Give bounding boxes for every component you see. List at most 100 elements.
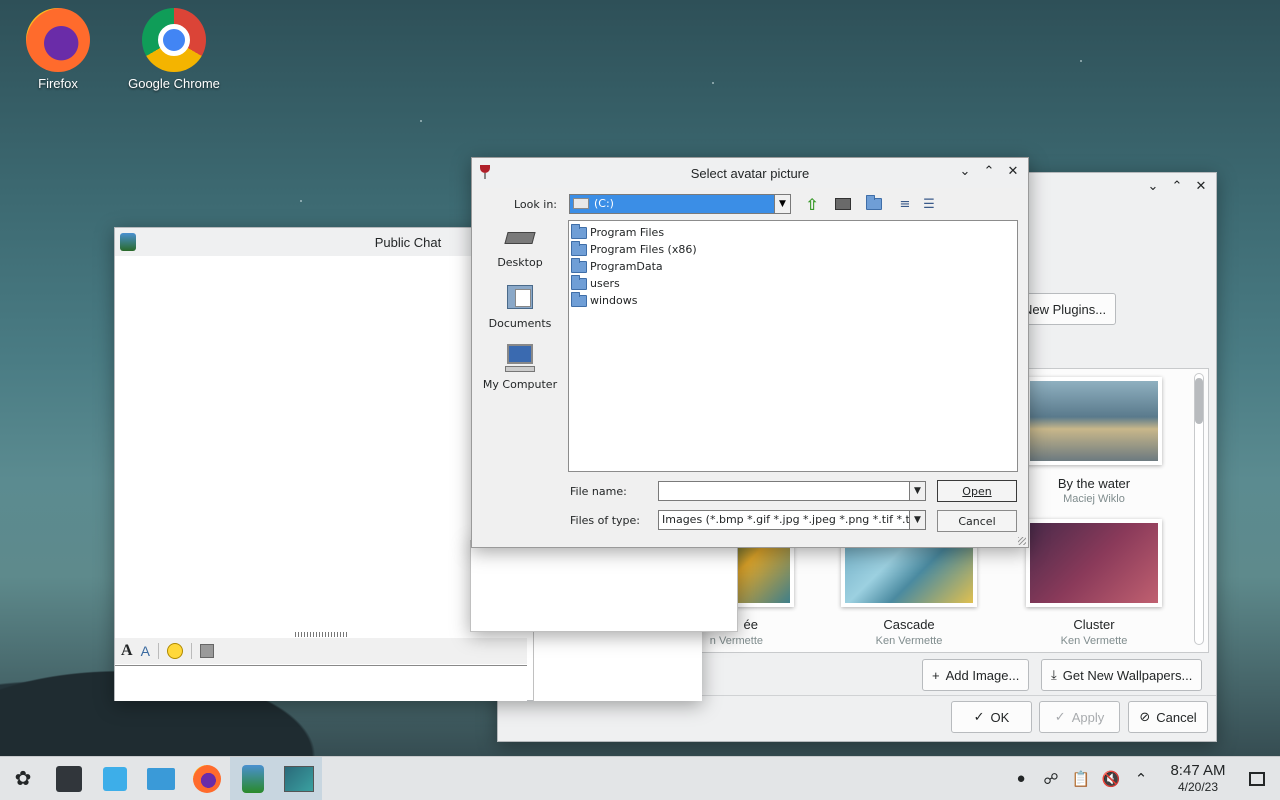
- wallpaper-thumb-by-the-water[interactable]: [1026, 377, 1162, 465]
- list-item[interactable]: windows: [571, 291, 1015, 309]
- file-name-input[interactable]: ▼: [658, 481, 926, 501]
- system-settings-icon: [284, 765, 314, 792]
- ok-button[interactable]: ✓ OK: [951, 701, 1032, 733]
- wine-glass-icon: [480, 165, 490, 181]
- splitter-handle[interactable]: [295, 632, 347, 637]
- save-icon[interactable]: [199, 644, 214, 658]
- taskbar-chat-app[interactable]: [230, 756, 276, 800]
- divider: [190, 643, 192, 659]
- chevron-up-icon[interactable]: ⌃: [1168, 177, 1186, 195]
- taskbar-system-settings[interactable]: [276, 756, 322, 800]
- taskbar-discover[interactable]: [92, 757, 138, 800]
- files-of-type-label: Files of type:: [570, 514, 641, 527]
- cancel-icon: ⊘: [1139, 709, 1151, 724]
- up-arrow-icon: ⇧: [805, 194, 819, 214]
- user-list-panel[interactable]: [533, 632, 702, 701]
- desktop-icon-firefox[interactable]: Firefox: [3, 8, 113, 91]
- close-icon[interactable]: ✕: [1192, 177, 1210, 195]
- list-item[interactable]: ProgramData: [571, 257, 1015, 275]
- dialog-title: Select avatar picture: [690, 165, 810, 181]
- scrollbar[interactable]: [1194, 373, 1204, 645]
- folder-icon: [571, 240, 587, 256]
- new-folder-button[interactable]: [864, 195, 884, 213]
- list-icon: ≡: [899, 196, 911, 212]
- desktop-icon-label: Google Chrome: [128, 76, 220, 91]
- list-item[interactable]: Program Files (x86): [571, 240, 1015, 258]
- documents-icon: [503, 283, 537, 313]
- list-view-button[interactable]: ≡: [895, 195, 915, 213]
- scrollbar-thumb[interactable]: [1195, 378, 1203, 424]
- folder-icon: [571, 257, 587, 273]
- chevron-down-icon[interactable]: ▼: [774, 195, 790, 213]
- tray-chat-app-icon[interactable]: ●: [1010, 768, 1032, 790]
- file-list[interactable]: Program Files Program Files (x86) Progra…: [568, 220, 1018, 472]
- cancel-button[interactable]: Cancel: [937, 510, 1017, 532]
- get-new-wallpapers-button[interactable]: ⤓ Get New Wallpapers...: [1041, 659, 1203, 691]
- open-button[interactable]: Open: [937, 480, 1017, 502]
- file-name-label: File name:: [570, 485, 627, 498]
- look-in-combo[interactable]: (C:) ▼: [569, 194, 791, 214]
- chevron-down-icon[interactable]: ⌄: [1144, 177, 1162, 195]
- cancel-button[interactable]: ⊘ Cancel: [1128, 701, 1208, 733]
- font-color-icon[interactable]: A: [141, 643, 150, 659]
- application-launcher[interactable]: ✿: [0, 757, 46, 800]
- details-view-button[interactable]: ☰: [919, 195, 939, 213]
- launcher-icon: ✿: [14, 768, 32, 790]
- folder-icon: [147, 767, 175, 790]
- wallpaper-author: Maciej Wiklo: [1063, 493, 1125, 505]
- firefox-icon: [193, 764, 221, 793]
- chevron-up-icon[interactable]: ⌃: [980, 162, 998, 180]
- drive-icon: [573, 198, 589, 209]
- place-documents[interactable]: Documents: [482, 283, 558, 330]
- firefox-icon: [26, 8, 90, 72]
- chat-app-icon: [242, 764, 264, 793]
- taskbar-settings[interactable]: [46, 757, 92, 800]
- wallpaper-thumb-cluster[interactable]: [1026, 519, 1162, 607]
- wallpaper-author: Ken Vermette: [1060, 635, 1128, 647]
- clock-date: 4/20/23: [1177, 779, 1219, 794]
- chevron-down-icon[interactable]: ⌄: [956, 162, 974, 180]
- chevron-up-icon[interactable]: ⌃: [1130, 768, 1152, 790]
- chevron-down-icon[interactable]: ▼: [909, 482, 925, 500]
- taskbar: ✿ ● ☍ 📋 🔇 ⌃ 8:47 AM 4/20/23: [0, 756, 1280, 800]
- folder-icon: [571, 291, 587, 307]
- list-item[interactable]: users: [571, 274, 1015, 292]
- clock-time: 8:47 AM: [1170, 761, 1226, 779]
- show-desktop-icon[interactable]: [1246, 768, 1268, 790]
- desktop-view-button[interactable]: [833, 195, 853, 213]
- taskbar-firefox[interactable]: [184, 757, 230, 800]
- up-folder-button[interactable]: ⇧: [802, 194, 822, 214]
- clock[interactable]: 8:47 AM 4/20/23: [1160, 762, 1236, 796]
- app-icon: [120, 233, 136, 251]
- add-image-button[interactable]: + Add Image...: [922, 659, 1030, 691]
- desktop-icon: [835, 198, 851, 210]
- clipboard-icon[interactable]: 📋: [1070, 768, 1092, 790]
- place-desktop[interactable]: Desktop: [482, 222, 558, 269]
- resize-grip[interactable]: [1018, 537, 1026, 545]
- desktop-icon-chrome[interactable]: Google Chrome: [119, 8, 229, 91]
- my-computer-icon: [503, 344, 537, 374]
- places-bar: Desktop Documents My Computer: [482, 222, 558, 405]
- folder-icon: [571, 223, 587, 239]
- font-icon[interactable]: A: [121, 642, 133, 660]
- store-icon: [103, 766, 127, 791]
- volume-muted-icon[interactable]: 🔇: [1100, 768, 1122, 790]
- background-window-fragment: [470, 540, 738, 632]
- check-icon: ✓: [1054, 709, 1066, 724]
- chevron-down-icon[interactable]: ▼: [909, 511, 925, 529]
- desktop-icon: [503, 222, 537, 252]
- close-icon[interactable]: ✕: [1004, 162, 1022, 180]
- window-title: Public Chat: [374, 234, 442, 250]
- kde-connect-icon[interactable]: ☍: [1040, 768, 1062, 790]
- divider: [157, 643, 159, 659]
- apply-button[interactable]: ✓ Apply: [1039, 701, 1120, 733]
- download-icon: ⤓: [1051, 667, 1057, 682]
- select-avatar-dialog: Select avatar picture ⌄ ⌃ ✕ Look in: (C:…: [471, 157, 1029, 548]
- smiley-icon[interactable]: [166, 643, 183, 659]
- place-my-computer[interactable]: My Computer: [482, 344, 558, 391]
- taskbar-file-manager[interactable]: [138, 757, 184, 800]
- files-of-type-select[interactable]: Images (*.bmp *.gif *.jpg *.jpeg *.png *…: [658, 510, 926, 530]
- check-icon: ✓: [973, 709, 985, 724]
- chat-input[interactable]: [115, 665, 527, 701]
- list-item[interactable]: Program Files: [571, 223, 1015, 241]
